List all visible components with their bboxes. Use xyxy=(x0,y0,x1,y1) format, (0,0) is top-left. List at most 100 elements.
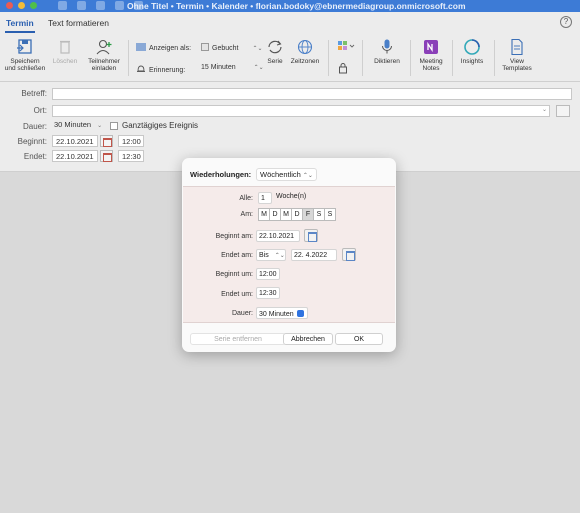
calendar-icon[interactable] xyxy=(100,135,113,147)
save-and-close-button[interactable]: Speichern und schließen xyxy=(4,38,46,72)
duration-select[interactable]: 30 Minuten xyxy=(256,307,308,319)
select-chevron-icon: ⌃⌄ xyxy=(274,252,285,259)
undo-icon[interactable] xyxy=(77,1,86,10)
calendar-icon[interactable] xyxy=(100,150,113,162)
calendar-icon[interactable] xyxy=(342,248,356,261)
recurrence-icon xyxy=(268,40,282,54)
starts-on-input[interactable]: 22.10.2021 xyxy=(256,230,300,242)
ribbon: Speichern und schließen Löschen Teilnehme… xyxy=(0,34,580,82)
start-time-label: Beginnt um: xyxy=(215,271,253,278)
calendar-icon xyxy=(115,1,124,10)
starts-on-label: Beginnt am: xyxy=(215,233,253,240)
cancel-button[interactable]: Abbrechen xyxy=(283,333,333,345)
close-window-button[interactable] xyxy=(6,2,13,9)
zoom-window-button[interactable] xyxy=(30,2,37,9)
lock-icon xyxy=(339,63,347,74)
categorize-button[interactable] xyxy=(336,40,356,54)
duration-value: 30 Minuten xyxy=(54,120,92,129)
reminder-label: Erinnerung: xyxy=(149,67,186,74)
template-icon xyxy=(511,38,523,56)
start-date-input[interactable]: 22.10.2021 xyxy=(52,135,98,147)
ends-on-input[interactable]: 22. 4.2022 xyxy=(291,249,337,261)
ribbon-separator xyxy=(452,40,453,76)
window-title: Ohne Titel • Termin • Kalender • florian… xyxy=(127,1,466,11)
save-close-icon xyxy=(17,39,32,54)
all-day-checkbox[interactable] xyxy=(110,122,118,130)
window-titlebar: Ohne Titel • Termin • Kalender • florian… xyxy=(0,0,580,12)
every-input[interactable]: 1 xyxy=(258,192,272,204)
ribbon-separator xyxy=(494,40,495,76)
reminder-group: Erinnerung: xyxy=(136,64,185,74)
ok-button[interactable]: OK xyxy=(335,333,383,345)
all-day-label: Ganztägiges Ereignis xyxy=(122,121,199,130)
insights-button[interactable]: Insights xyxy=(456,38,488,65)
recurrence-dialog: Wiederholungen: Wöchentlich ⌃⌄ Alle: 1 Wo… xyxy=(182,158,396,352)
redo-icon[interactable] xyxy=(96,1,105,10)
subject-input[interactable] xyxy=(52,88,572,100)
repeat-select[interactable]: Wöchentlich ⌃⌄ xyxy=(256,168,317,181)
reminder-select[interactable]: 15 Minuten ⌃⌄ xyxy=(201,64,264,71)
delete-button[interactable]: Löschen xyxy=(50,38,80,65)
dropdown-arrow-icon xyxy=(296,309,304,317)
weekday-toggle-sun[interactable]: S xyxy=(324,208,336,221)
room-finder-button[interactable] xyxy=(556,105,570,117)
busy-swatch xyxy=(201,43,209,51)
private-lock-button[interactable] xyxy=(336,62,350,76)
show-as-value: Gebucht xyxy=(212,45,239,52)
meeting-notes-button[interactable]: Meeting Notes xyxy=(414,38,448,72)
select-chevron-icon: ⌃⌄ xyxy=(302,173,313,179)
show-as-group: Anzeigen als: xyxy=(136,43,191,52)
globe-icon xyxy=(297,39,313,55)
minimize-window-button[interactable] xyxy=(18,2,25,9)
every-unit: Woche(n) xyxy=(276,193,307,200)
on-label: Am: xyxy=(240,211,253,218)
end-time-label: Endet um: xyxy=(221,291,253,298)
duration-label: Dauer: xyxy=(22,122,47,131)
start-time-input[interactable]: 12:00 xyxy=(256,268,280,280)
location-label: Ort: xyxy=(33,106,47,115)
duration-select[interactable]: 30 Minuten ⌄ xyxy=(54,120,102,129)
onenote-icon xyxy=(424,40,438,54)
end-date-input[interactable]: 22.10.2021 xyxy=(52,150,98,162)
end-time-input[interactable]: 12:30 xyxy=(256,287,280,299)
duration-label: Dauer: xyxy=(231,310,253,317)
save-icon[interactable] xyxy=(58,1,67,10)
ends-mode-select[interactable]: Bis ⌃⌄ xyxy=(256,249,286,261)
ribbon-separator xyxy=(328,40,329,76)
tab-text-formatieren[interactable]: Text formatieren xyxy=(48,18,109,28)
start-label: Beginnt: xyxy=(17,137,47,146)
calendar-icon[interactable] xyxy=(304,229,318,242)
start-time-input[interactable]: 12:00 xyxy=(118,135,144,147)
repeat-value: Wöchentlich xyxy=(260,170,301,179)
timezones-button[interactable]: Zeitzonen xyxy=(288,38,322,65)
active-tab-indicator xyxy=(5,31,35,33)
select-chevron-icon: ⌃⌄ xyxy=(253,65,264,71)
insights-icon xyxy=(464,39,480,55)
ends-on-label: Endet am: xyxy=(221,252,253,259)
trash-icon xyxy=(60,40,70,54)
invite-attendees-button[interactable]: Teilnehmer einladen xyxy=(84,38,124,72)
chevron-down-icon: ⌄ xyxy=(97,123,103,129)
ribbon-tabs: Termin Text formatieren ? xyxy=(0,12,580,34)
dialog-header: Wiederholungen: Wöchentlich ⌃⌄ xyxy=(182,158,396,186)
dialog-body: Alle: 1 Woche(n) Am: M D M D F S S Begin… xyxy=(183,186,395,323)
chevron-down-icon[interactable]: ⌄ xyxy=(542,106,547,113)
bell-icon xyxy=(137,65,145,72)
duration-value: 30 Minuten xyxy=(259,310,294,318)
category-grid-icon xyxy=(338,41,355,50)
weekday-selector: M D M D F S S xyxy=(258,208,336,221)
help-icon[interactable]: ? xyxy=(560,16,572,28)
add-person-icon xyxy=(96,39,112,55)
ends-mode-value: Bis xyxy=(259,251,269,259)
subject-label: Betreff: xyxy=(21,89,47,98)
series-button[interactable]: Serie xyxy=(262,38,288,65)
remove-series-button[interactable]: Serie entfernen xyxy=(190,333,286,345)
dictate-button[interactable]: Diktieren xyxy=(368,38,406,65)
view-templates-button[interactable]: View Templates xyxy=(498,38,536,72)
show-as-label: Anzeigen als: xyxy=(149,45,192,52)
show-as-icon xyxy=(136,43,146,51)
location-input[interactable] xyxy=(52,105,550,117)
tab-termin[interactable]: Termin xyxy=(6,18,34,28)
end-time-input[interactable]: 12:30 xyxy=(118,150,144,162)
show-as-select[interactable]: Gebucht ⌃⌄ xyxy=(201,43,263,52)
